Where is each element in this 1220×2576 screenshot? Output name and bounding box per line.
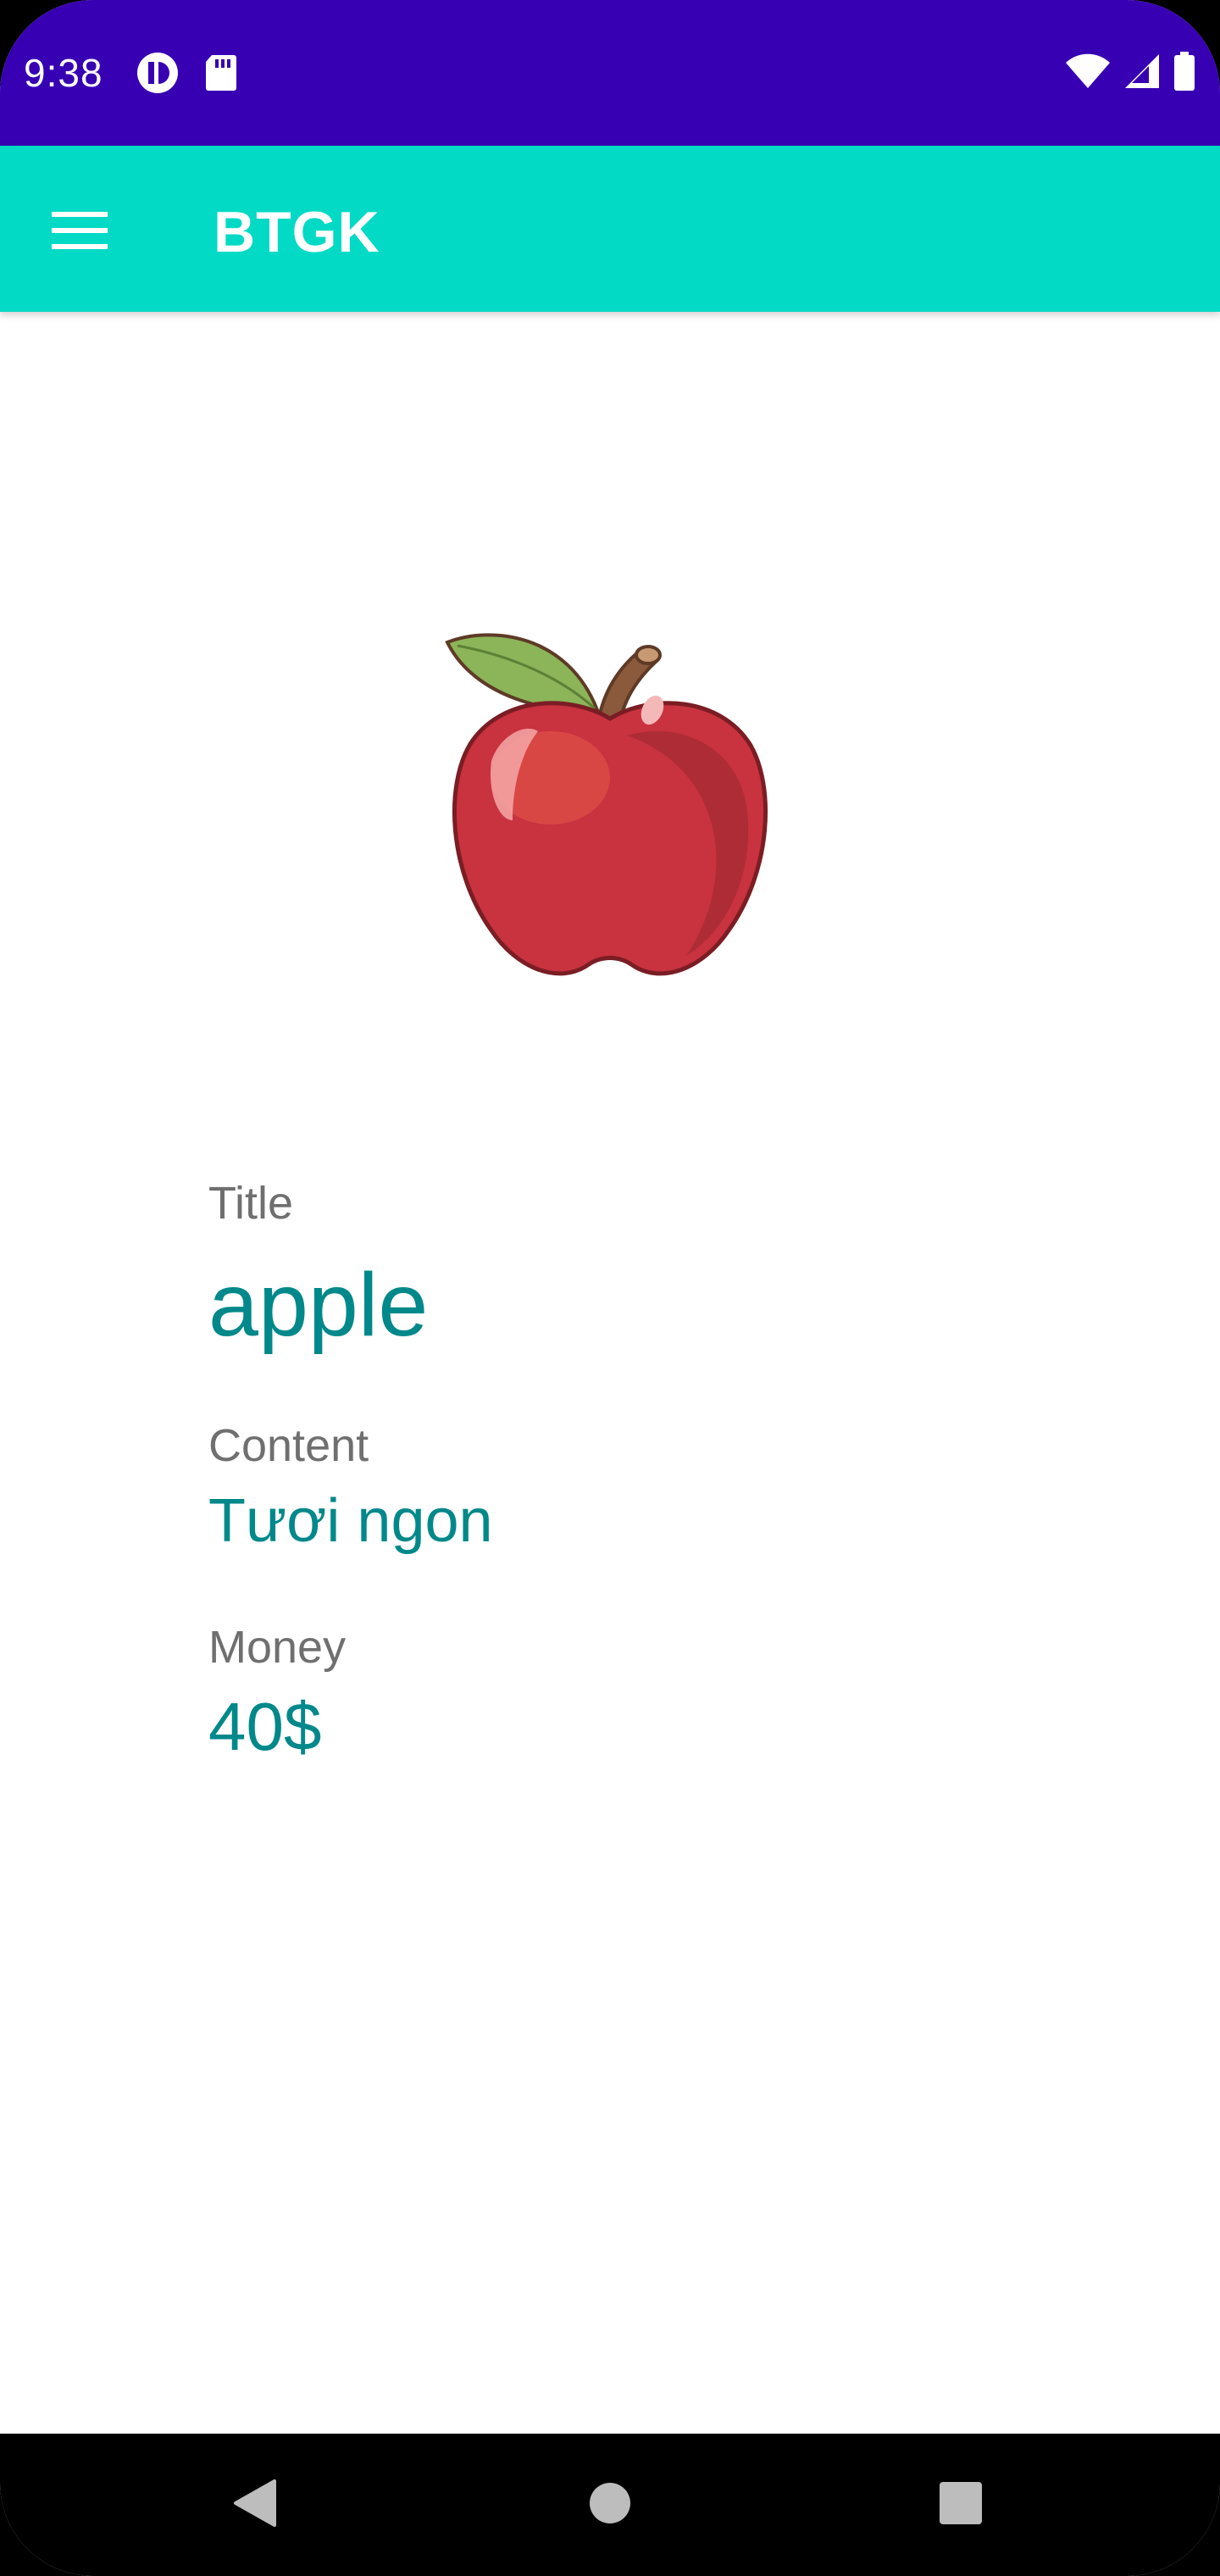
app-bar: BTGK bbox=[0, 146, 1220, 312]
menu-button[interactable] bbox=[39, 192, 120, 273]
title-value: apple bbox=[208, 1255, 429, 1355]
cell-signal-icon bbox=[1123, 53, 1161, 90]
device-screen: 9:38 BTGK Title apple Content Tươi ngon … bbox=[0, 0, 1220, 2576]
content-label: Content bbox=[208, 1420, 369, 1471]
back-icon bbox=[230, 2478, 278, 2533]
status-bar: 9:38 bbox=[0, 0, 1220, 146]
home-icon bbox=[588, 2481, 632, 2529]
title-label: Title bbox=[208, 1178, 294, 1229]
status-icons-left bbox=[136, 51, 237, 95]
app-title: BTGK bbox=[214, 200, 380, 264]
money-label: Money bbox=[208, 1622, 347, 1673]
content-value: Tươi ngon bbox=[208, 1487, 493, 1555]
money-value: 40$ bbox=[208, 1689, 322, 1764]
battery-icon bbox=[1173, 51, 1196, 92]
hamburger-menu-icon bbox=[52, 210, 108, 255]
recents-icon bbox=[938, 2480, 984, 2530]
home-button[interactable] bbox=[573, 2468, 647, 2542]
navigation-bar bbox=[0, 2434, 1220, 2576]
status-time: 9:38 bbox=[24, 51, 103, 95]
app-notification-icon bbox=[136, 51, 180, 95]
status-icons-right bbox=[1064, 51, 1196, 92]
apple-image bbox=[441, 617, 779, 990]
wifi-icon bbox=[1064, 53, 1112, 90]
product-detail: Title apple Content Tươi ngon Money 40$ bbox=[0, 312, 1220, 2434]
back-button[interactable] bbox=[217, 2468, 291, 2542]
recents-button[interactable] bbox=[923, 2468, 998, 2542]
sd-card-icon bbox=[203, 53, 237, 92]
